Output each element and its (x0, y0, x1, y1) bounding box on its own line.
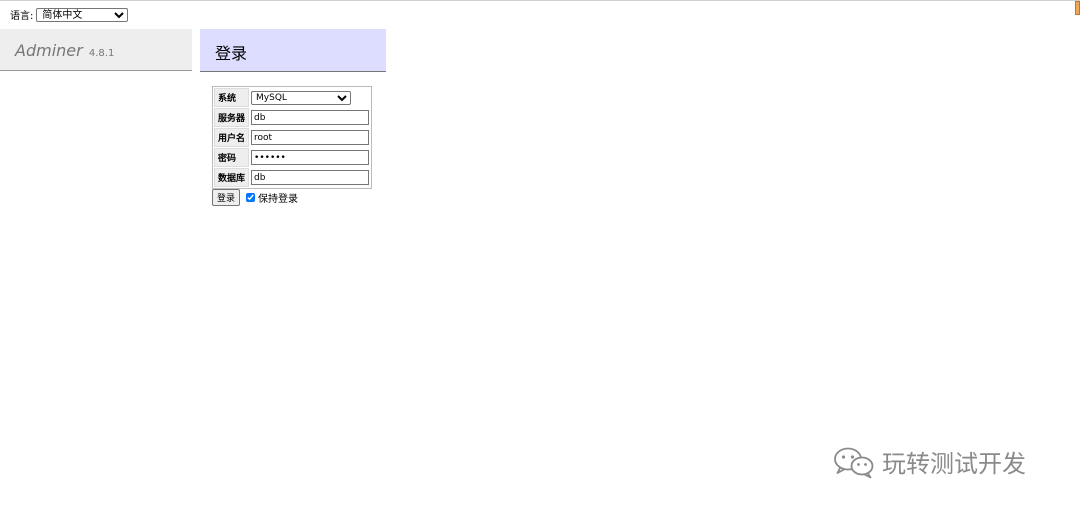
system-select[interactable]: MySQL (251, 90, 352, 105)
login-button[interactable]: 登录 (212, 189, 241, 206)
scrollbar-marker[interactable] (1075, 1, 1080, 15)
sidebar-header: Adminer 4.8.1 (0, 29, 192, 71)
language-switcher: 语言: 简体中文 (10, 7, 129, 22)
form-row-system: 系统 MySQL (214, 88, 370, 107)
login-form-table: 系统 MySQL 服务器 用户名 密码 数据库 (212, 86, 373, 189)
remember-me[interactable]: 保持登录 (246, 190, 298, 205)
username-label: 用户名 (214, 128, 250, 147)
watermark: 玩转测试开发 (832, 444, 1026, 479)
form-row-password: 密码 (214, 148, 370, 167)
adminer-login-page: 语言: 简体中文 Adminer 4.8.1 登录 系统 MySQL 服务器 用… (0, 0, 1080, 510)
app-name-link[interactable]: Adminer (15, 41, 83, 60)
form-row-server: 服务器 (214, 108, 370, 127)
wechat-icon (832, 445, 876, 479)
language-label: 语言: (10, 11, 34, 22)
remember-checkbox[interactable] (246, 193, 256, 202)
database-label: 数据库 (214, 168, 250, 187)
server-label: 服务器 (214, 108, 250, 127)
username-input[interactable] (251, 130, 370, 145)
database-input[interactable] (251, 170, 370, 185)
password-label: 密码 (214, 148, 250, 167)
language-select[interactable]: 简体中文 (36, 7, 129, 22)
form-row-username: 用户名 (214, 128, 370, 147)
system-label: 系统 (214, 88, 250, 107)
form-row-database: 数据库 (214, 168, 370, 187)
page-title: 登录 (200, 29, 386, 72)
app-version[interactable]: 4.8.1 (89, 48, 114, 59)
form-actions: 登录 保持登录 (212, 189, 298, 206)
watermark-text: 玩转测试开发 (882, 450, 1026, 478)
server-input[interactable] (251, 110, 370, 125)
password-input[interactable] (251, 150, 370, 165)
remember-label: 保持登录 (258, 194, 299, 205)
